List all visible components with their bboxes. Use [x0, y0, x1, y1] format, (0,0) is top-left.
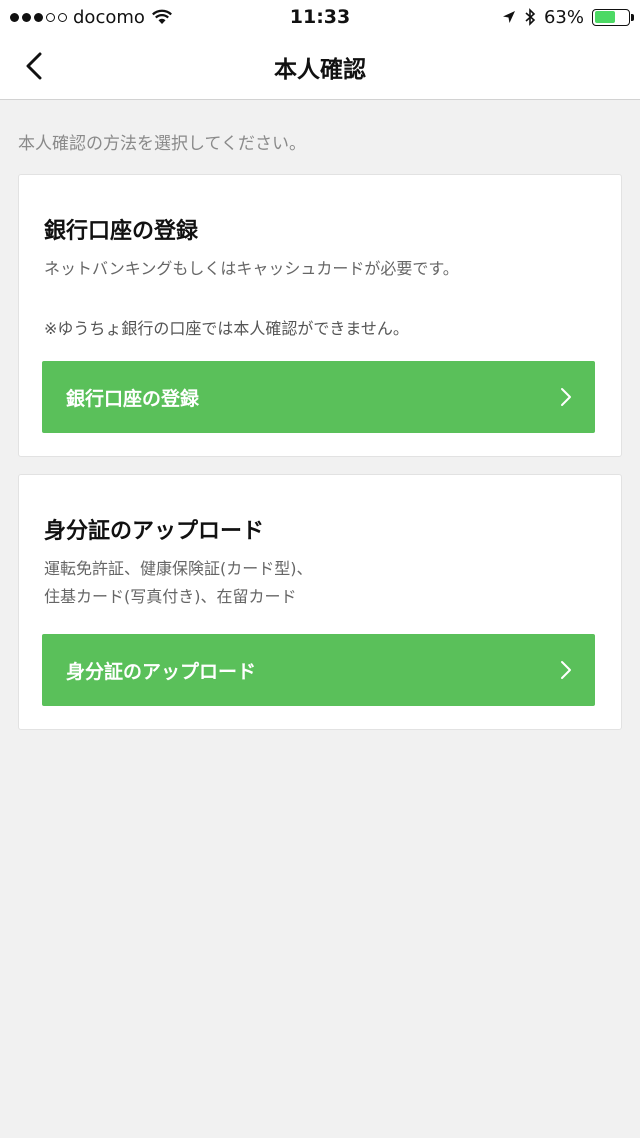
- card-title: 身分証のアップロード: [44, 519, 265, 544]
- chevron-right-icon: [561, 661, 571, 679]
- status-right: 63%: [370, 6, 634, 28]
- battery-fill: [594, 11, 616, 23]
- chevron-right-icon: [561, 388, 571, 406]
- status-bar: docomo 11:33 63%: [0, 0, 640, 34]
- carrier-name: docomo: [73, 6, 145, 28]
- card-title: 銀行口座の登録: [44, 219, 199, 244]
- back-button[interactable]: [12, 44, 56, 88]
- status-time: 11:33: [289, 6, 351, 28]
- card-description-line-2: 住基カード(写真付き)、在留カード: [44, 587, 297, 606]
- wifi-icon: [151, 9, 172, 24]
- button-label: 身分証のアップロード: [66, 660, 257, 683]
- bank-account-register-button[interactable]: 銀行口座の登録: [42, 361, 595, 433]
- id-upload-card: 身分証のアップロード 運転免許証、健康保険証(カード型)、 住基カード(写真付き…: [18, 474, 622, 730]
- id-upload-button[interactable]: 身分証のアップロード: [42, 634, 595, 706]
- button-label: 銀行口座の登録: [66, 387, 200, 410]
- card-description: ネットバンキングもしくはキャッシュカードが必要です。: [44, 259, 459, 278]
- card-description-line-1: 運転免許証、健康保険証(カード型)、: [44, 559, 313, 578]
- signal-dots-icon: [10, 12, 67, 22]
- page-title: 本人確認: [274, 56, 366, 83]
- nav-bar: 本人確認: [0, 34, 640, 100]
- bank-account-card: 銀行口座の登録 ネットバンキングもしくはキャッシュカードが必要です。 ※ゆうちょ…: [18, 174, 622, 457]
- location-arrow-icon: [502, 11, 515, 23]
- battery-icon: [592, 8, 634, 26]
- card-note: ※ゆうちょ銀行の口座では本人確認ができません。: [44, 319, 409, 338]
- instruction-text: 本人確認の方法を選択してください。: [18, 134, 306, 154]
- battery-percent: 63%: [543, 6, 584, 28]
- chevron-left-icon: [26, 52, 42, 80]
- status-left: docomo: [10, 7, 270, 28]
- bluetooth-icon: [525, 8, 536, 26]
